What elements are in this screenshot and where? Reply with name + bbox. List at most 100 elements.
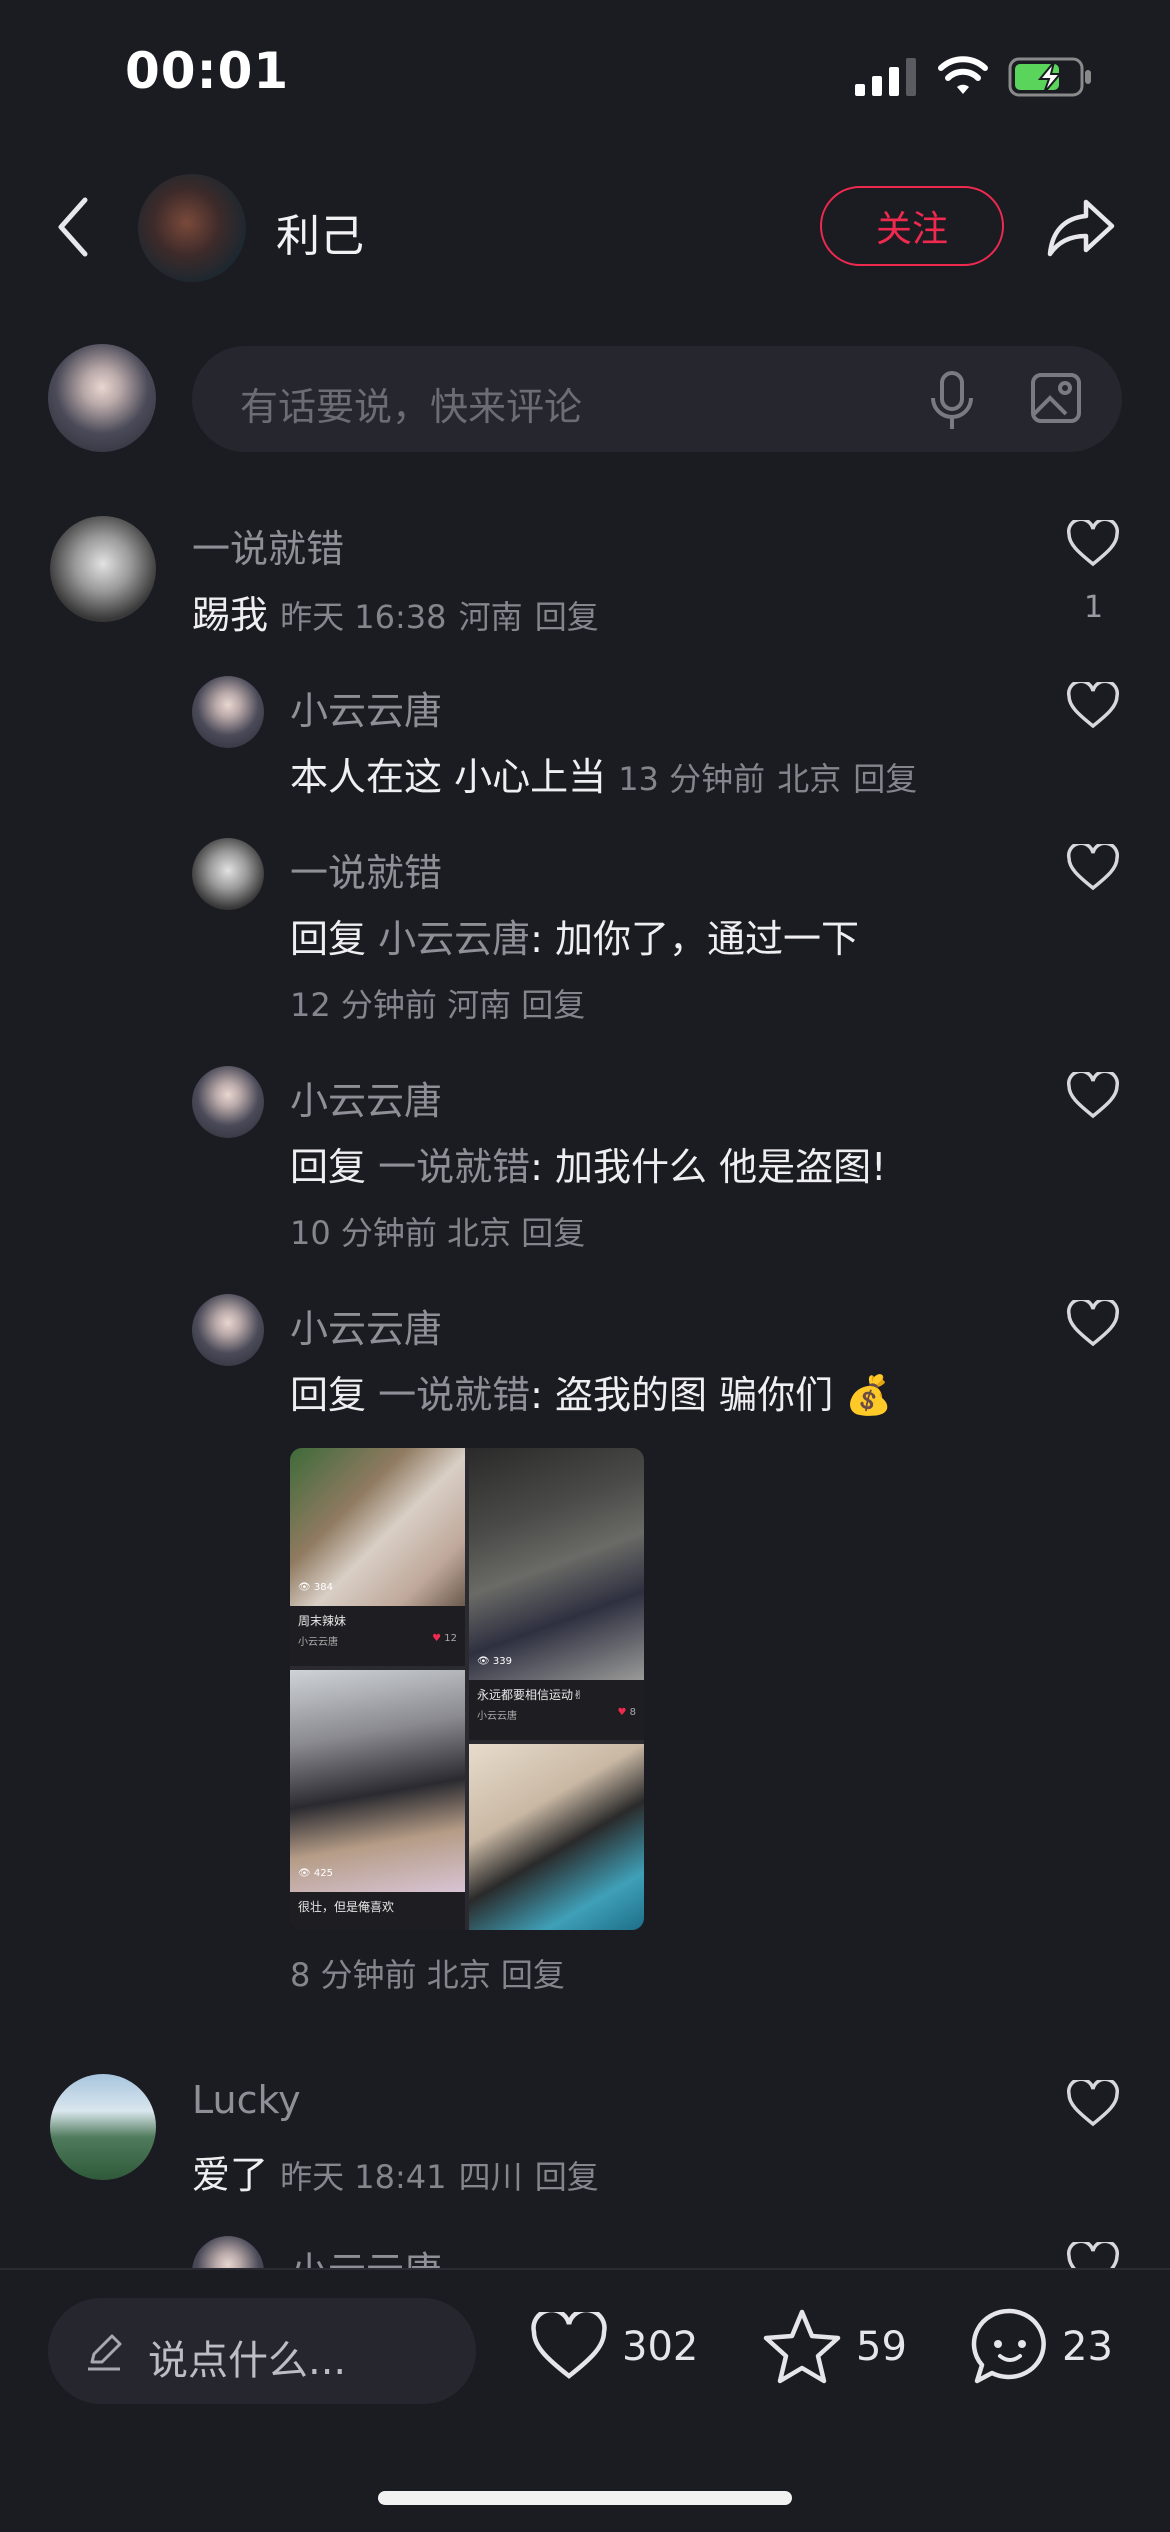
- reply-body: 本人在这 小心上当: [290, 755, 607, 799]
- reply-avatar[interactable]: [192, 838, 264, 910]
- reply-avatar[interactable]: [192, 676, 264, 748]
- post-caption-text: 周末辣妹: [298, 1614, 347, 1628]
- post-card[interactable]: 👁 339 永远都要相信运动✌ 小云云唐 ♥ 8: [469, 1448, 644, 1740]
- reply-time: 10 分钟前: [290, 1214, 437, 1252]
- post-views-count: 339: [492, 1656, 512, 1667]
- reply-location: 北京: [447, 1214, 512, 1252]
- post-caption: 很壮，但是俺喜欢: [290, 1892, 465, 1930]
- post-views: 👁 339: [477, 1656, 512, 1667]
- home-indicator[interactable]: [378, 2491, 792, 2505]
- signal-icon: [855, 58, 916, 96]
- reply-name[interactable]: 一说就错: [290, 842, 442, 897]
- comment-body: 爱了: [192, 2153, 269, 2197]
- reply-time: 13 分钟前: [618, 760, 766, 798]
- reply-meta: 8 分钟前 北京 回复: [290, 1950, 565, 1996]
- reply-button[interactable]: 回复: [853, 760, 917, 798]
- post-likes: ♥ 8: [617, 1707, 636, 1718]
- reply-prefix: 回复: [290, 1373, 367, 1417]
- post-photo: [290, 1670, 465, 1892]
- like-count: 1: [1084, 590, 1104, 625]
- divider: [0, 2268, 1170, 2270]
- back-arrow-icon[interactable]: [55, 196, 91, 258]
- reply-to-user[interactable]: 一说就错: [378, 1373, 530, 1417]
- post-caption: 周末辣妹 小云云唐 ♥ 12: [290, 1606, 465, 1666]
- comment-bubble-icon[interactable]: [970, 2306, 1050, 2386]
- heart-icon[interactable]: [1066, 844, 1120, 892]
- reply-time: 8 分钟前: [290, 1956, 417, 1994]
- heart-icon[interactable]: [1066, 1072, 1120, 1120]
- heart-icon[interactable]: [1066, 1300, 1120, 1348]
- post-author: 小云云唐: [298, 1637, 338, 1648]
- commenter-name[interactable]: Lucky: [192, 2078, 301, 2122]
- star-icon[interactable]: [762, 2308, 842, 2384]
- reply-location: 北京: [777, 760, 842, 798]
- reply-button[interactable]: 回复: [521, 1214, 585, 1252]
- share-icon[interactable]: [1046, 196, 1118, 258]
- favorite-count: 59: [856, 2324, 907, 2370]
- comment-location: 四川: [458, 2158, 523, 2196]
- post-card[interactable]: 👁 425 很壮，但是俺喜欢: [290, 1670, 465, 1930]
- reply-to-user[interactable]: 小云云唐: [378, 917, 530, 961]
- reply-time: 12 分钟前: [290, 986, 437, 1024]
- reply-meta: 10 分钟前 北京 回复: [290, 1208, 585, 1254]
- follow-button[interactable]: 关注: [820, 186, 1004, 266]
- reply-name[interactable]: 小云云唐: [290, 1070, 442, 1125]
- post-views-count: 425: [313, 1868, 333, 1879]
- post-meta: 小云云唐 ♥ 12: [298, 1633, 457, 1648]
- heart-icon[interactable]: [1066, 2080, 1120, 2128]
- image-icon[interactable]: [1030, 372, 1082, 424]
- post-card[interactable]: 👁 384 周末辣妹 小云云唐 ♥ 12: [290, 1448, 465, 1666]
- reply-location: 河南: [447, 986, 512, 1024]
- commenter-avatar[interactable]: [50, 2074, 156, 2180]
- reply-prefix: 回复: [290, 1145, 367, 1189]
- like-count: 302: [622, 2324, 699, 2370]
- reply-button[interactable]: 回复: [535, 2158, 599, 2196]
- like-icon[interactable]: [530, 2312, 608, 2382]
- comment-text: 爱了 昨天 18:41 四川 回复: [192, 2144, 599, 2199]
- status-time: 00:01: [125, 42, 290, 100]
- reply-meta: 12 分钟前 河南 回复: [290, 980, 585, 1026]
- say-something-placeholder: 说点什么...: [148, 2338, 347, 2384]
- reply-body: : 加我什么 他是盗图!: [530, 1145, 887, 1189]
- comment-text: 踢我 昨天 16:38 河南 回复: [192, 584, 599, 639]
- reply-text: 回复 一说就错: 盗我的图 骗你们 💰: [290, 1364, 892, 1419]
- comment-time: 昨天 18:41: [280, 2158, 447, 2196]
- reply-body: : 盗我的图 骗你们 💰: [530, 1373, 893, 1417]
- reply-avatar[interactable]: [192, 1066, 264, 1138]
- pencil-icon: [88, 2334, 122, 2371]
- reply-text: 本人在这 小心上当 13 分钟前 北京 回复: [290, 746, 917, 801]
- reply-text: 回复 一说就错: 加我什么 他是盗图!: [290, 1136, 886, 1191]
- comment-count: 23: [1062, 2324, 1113, 2370]
- post-views: 👁 384: [298, 1582, 333, 1593]
- author-avatar[interactable]: [138, 174, 246, 282]
- reply-prefix: 回复: [290, 917, 367, 961]
- reply-avatar[interactable]: [192, 1294, 264, 1366]
- comment-time: 昨天 16:38: [280, 598, 447, 636]
- reply-name[interactable]: 小云云唐: [290, 680, 442, 735]
- reply-body: : 加你了，通过一下: [530, 917, 860, 961]
- heart-icon[interactable]: [1066, 520, 1120, 568]
- reply-button[interactable]: 回复: [535, 598, 599, 636]
- post-likes-count: 8: [629, 1707, 636, 1718]
- author-name[interactable]: 利己: [276, 200, 364, 264]
- post-likes-count: 12: [444, 1633, 457, 1644]
- reply-name[interactable]: 小云云唐: [290, 1298, 442, 1353]
- reply-button[interactable]: 回复: [521, 986, 585, 1024]
- microphone-icon[interactable]: [928, 370, 976, 432]
- post-views: 👁 425: [298, 1868, 333, 1879]
- reply-button[interactable]: 回复: [501, 1956, 565, 1994]
- post-caption: 永远都要相信运动✌ 小云云唐 ♥ 8: [469, 1680, 644, 1740]
- comment-input-placeholder: 有话要说，快来评论: [240, 385, 583, 429]
- commenter-avatar[interactable]: [50, 516, 156, 622]
- post-photo: [469, 1448, 644, 1680]
- commenter-name[interactable]: 一说就错: [192, 518, 344, 573]
- reply-image[interactable]: 👁 384 周末辣妹 小云云唐 ♥ 12 👁 339 永远都要相信运动✌ 小云云…: [290, 1448, 644, 1930]
- post-card[interactable]: [469, 1744, 644, 1930]
- heart-icon[interactable]: [1066, 682, 1120, 730]
- reply-to-user[interactable]: 一说就错: [378, 1145, 530, 1189]
- comment-body: 踢我: [192, 593, 269, 637]
- post-meta: 小云云唐 ♥ 8: [477, 1707, 636, 1722]
- post-caption-text: 很壮，但是俺喜欢: [298, 1900, 395, 1914]
- reply-location: 北京: [426, 1956, 491, 1994]
- post-caption-text: 永远都要相信运动✌: [477, 1688, 584, 1702]
